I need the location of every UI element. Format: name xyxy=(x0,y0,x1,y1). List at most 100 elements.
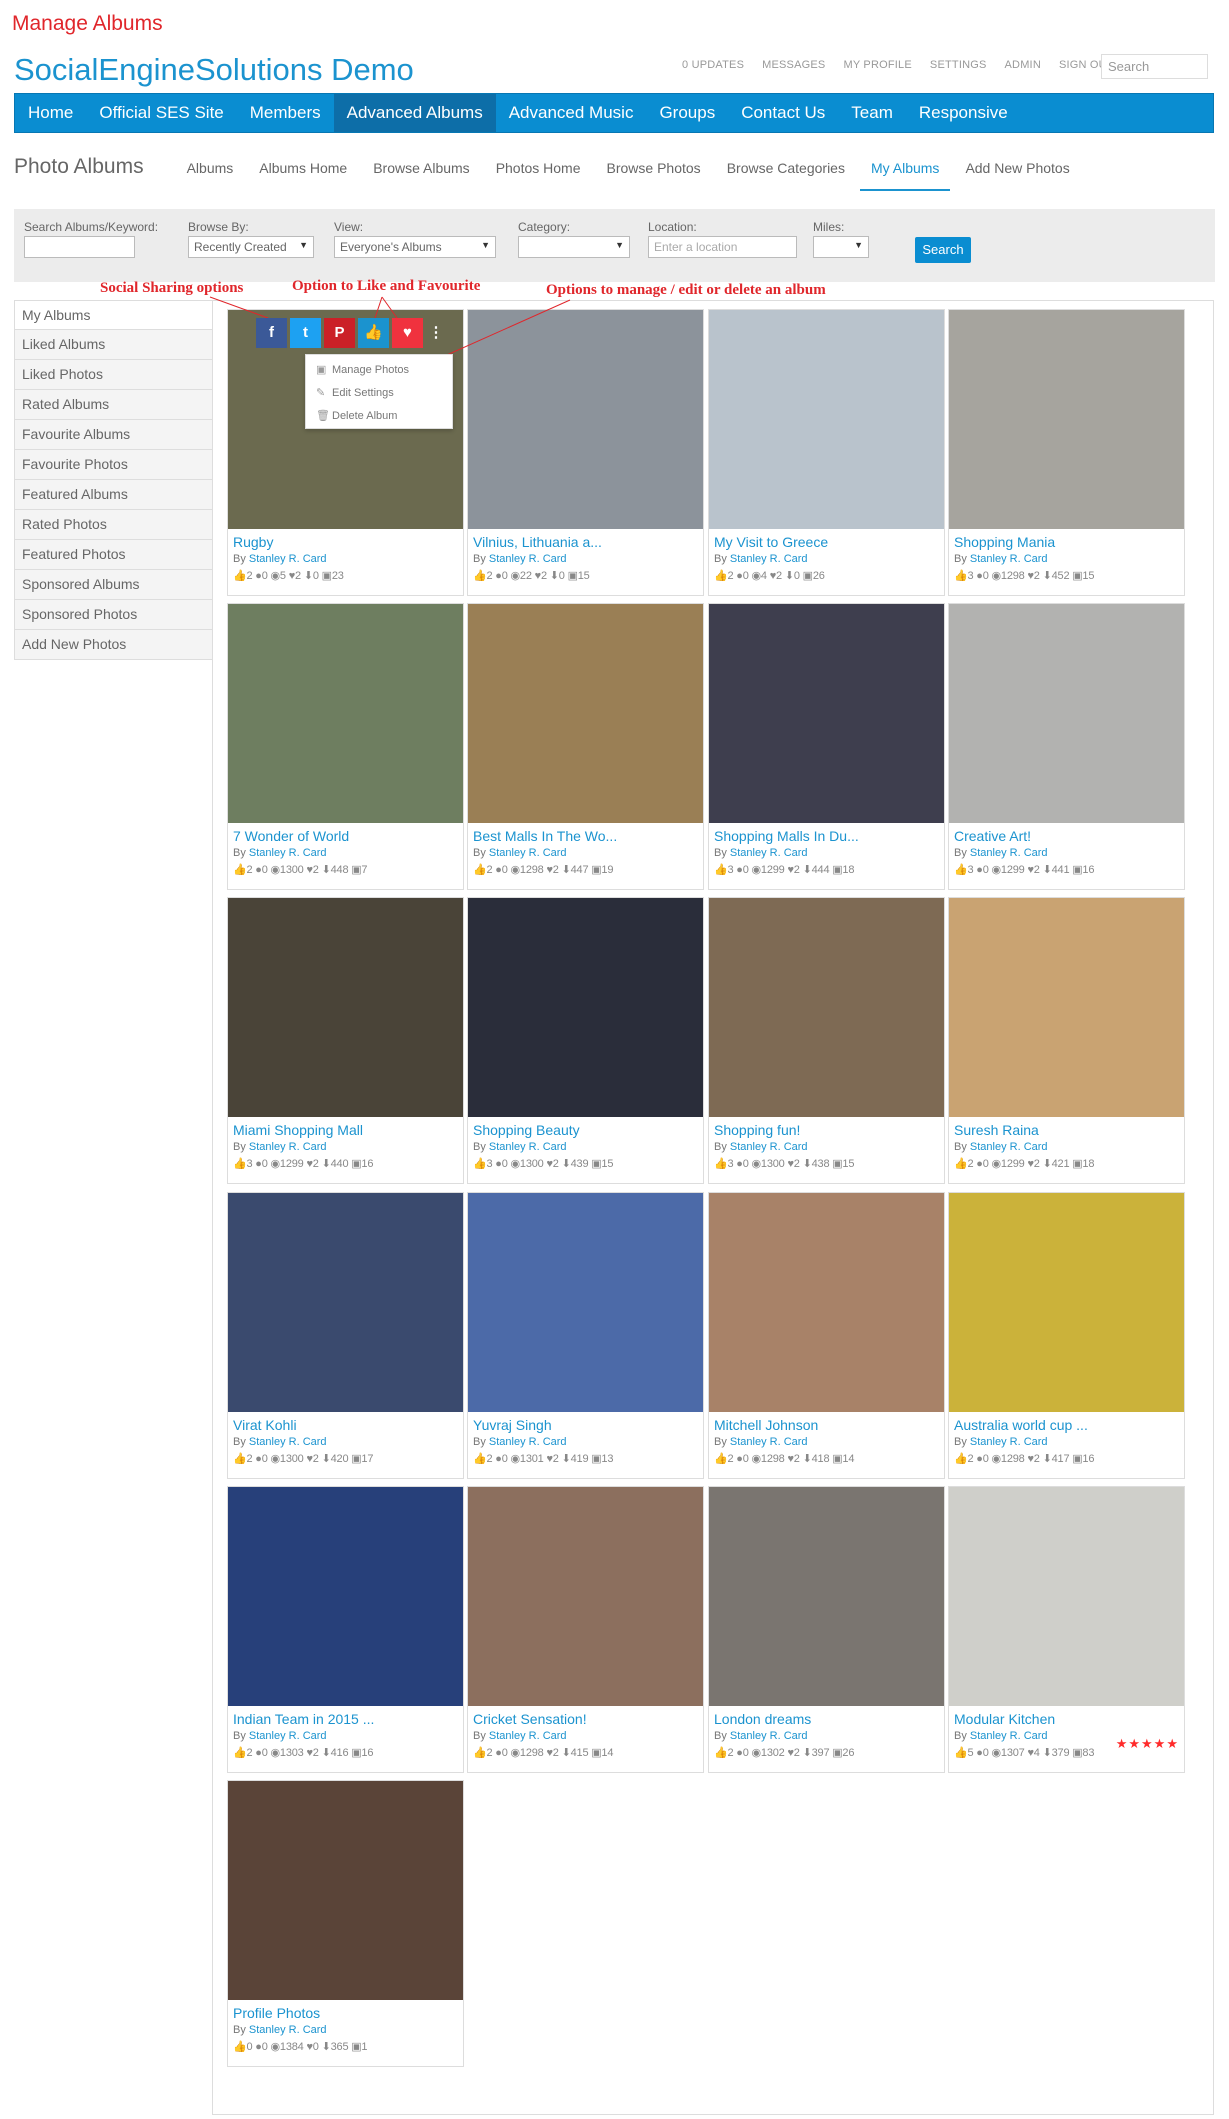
album-title[interactable]: Australia world cup ... xyxy=(949,1412,1184,1433)
album-card[interactable]: Shopping Malls In Du... By Stanley R. Car… xyxy=(708,603,945,890)
album-thumbnail[interactable] xyxy=(468,1193,703,1412)
album-title[interactable]: Suresh Raina xyxy=(949,1117,1184,1138)
edit-settings-item[interactable]: ✎ Edit Settings xyxy=(316,382,442,405)
album-card[interactable]: Rugby By Stanley R. Card 👍2 ●0 ◉5 ♥2 ⬇0 ▣2… xyxy=(227,309,464,596)
owner-link[interactable]: Stanley R. Card xyxy=(970,1730,1048,1742)
nav-item[interactable]: Official SES Site xyxy=(86,94,236,132)
sub-nav-item[interactable]: Albums xyxy=(176,155,245,189)
album-title[interactable]: Shopping fun! xyxy=(709,1117,944,1138)
sidebar-item[interactable]: Add New Photos xyxy=(14,630,213,660)
album-title[interactable]: Best Malls In The Wo... xyxy=(468,823,703,844)
album-title[interactable]: Indian Team in 2015 ... xyxy=(228,1706,463,1727)
mini-menu-item[interactable]: 0 UPDATES xyxy=(682,59,744,71)
owner-link[interactable]: Stanley R. Card xyxy=(249,2024,327,2036)
album-thumbnail[interactable] xyxy=(949,1193,1184,1412)
album-thumbnail[interactable] xyxy=(228,604,463,823)
album-thumbnail[interactable] xyxy=(468,898,703,1117)
owner-link[interactable]: Stanley R. Card xyxy=(970,553,1048,565)
album-thumbnail[interactable] xyxy=(228,1193,463,1412)
album-thumbnail[interactable] xyxy=(468,1487,703,1706)
owner-link[interactable]: Stanley R. Card xyxy=(249,1141,327,1153)
album-title[interactable]: London dreams xyxy=(709,1706,944,1727)
sidebar-item[interactable]: Liked Albums xyxy=(14,330,213,360)
nav-item[interactable]: Responsive xyxy=(906,94,1021,132)
album-card[interactable]: My Visit to Greece By Stanley R. Card 👍2 ●… xyxy=(708,309,945,596)
album-card[interactable]: Mitchell Johnson By Stanley R. Card 👍2 ●0 … xyxy=(708,1192,945,1479)
album-thumbnail[interactable] xyxy=(228,1487,463,1706)
album-card[interactable]: Yuvraj Singh By Stanley R. Card 👍2 ●0 ◉130… xyxy=(467,1192,704,1479)
album-card[interactable]: Creative Art! By Stanley R. Card 👍3 ●0 ◉12… xyxy=(948,603,1185,890)
sub-nav-item[interactable]: Photos Home xyxy=(485,155,592,189)
sidebar-item[interactable]: Featured Photos xyxy=(14,540,213,570)
view-select[interactable]: Everyone's Albums ▼ xyxy=(334,236,496,258)
owner-link[interactable]: Stanley R. Card xyxy=(970,1436,1048,1448)
album-card[interactable]: Australia world cup ... By Stanley R. Car… xyxy=(948,1192,1185,1479)
album-card[interactable]: Shopping fun! By Stanley R. Card 👍3 ●0 ◉13… xyxy=(708,897,945,1184)
nav-item[interactable]: Advanced Music xyxy=(496,94,647,132)
nav-item[interactable]: Advanced Albums xyxy=(333,94,496,132)
sidebar-item[interactable]: Favourite Albums xyxy=(14,420,213,450)
mini-menu-item[interactable]: ADMIN xyxy=(1005,59,1041,71)
owner-link[interactable]: Stanley R. Card xyxy=(730,1730,808,1742)
album-title[interactable]: 7 Wonder of World xyxy=(228,823,463,844)
album-card[interactable]: Virat Kohli By Stanley R. Card 👍2 ●0 ◉1300… xyxy=(227,1192,464,1479)
album-title[interactable]: Rugby xyxy=(228,529,463,550)
owner-link[interactable]: Stanley R. Card xyxy=(249,553,327,565)
album-thumbnail[interactable] xyxy=(709,898,944,1117)
twitter-icon[interactable]: t xyxy=(290,318,321,348)
album-thumbnail[interactable] xyxy=(709,604,944,823)
album-title[interactable]: Shopping Malls In Du... xyxy=(709,823,944,844)
album-thumbnail[interactable] xyxy=(709,1487,944,1706)
sidebar-item[interactable]: Favourite Photos xyxy=(14,450,213,480)
sidebar-item[interactable]: Rated Photos xyxy=(14,510,213,540)
album-title[interactable]: Miami Shopping Mall xyxy=(228,1117,463,1138)
owner-link[interactable]: Stanley R. Card xyxy=(489,553,567,565)
album-thumbnail[interactable] xyxy=(228,898,463,1117)
album-title[interactable]: Modular Kitchen xyxy=(949,1706,1184,1727)
owner-link[interactable]: Stanley R. Card xyxy=(489,1436,567,1448)
miles-select[interactable]: ▼ xyxy=(813,236,869,258)
album-title[interactable]: Vilnius, Lithuania a... xyxy=(468,529,703,550)
owner-link[interactable]: Stanley R. Card xyxy=(249,1436,327,1448)
mini-menu-item[interactable]: SETTINGS xyxy=(930,59,987,71)
album-card[interactable]: Vilnius, Lithuania a... By Stanley R. Car… xyxy=(467,309,704,596)
album-thumbnail[interactable] xyxy=(709,1193,944,1412)
album-title[interactable]: Creative Art! xyxy=(949,823,1184,844)
album-thumbnail[interactable] xyxy=(949,310,1184,529)
sidebar-item[interactable]: Liked Photos xyxy=(14,360,213,390)
sub-nav-item[interactable]: Albums Home xyxy=(248,155,358,189)
album-card[interactable]: Modular Kitchen By Stanley R. Card 👍5 ●0 ◉… xyxy=(948,1486,1185,1773)
sidebar-item[interactable]: Rated Albums xyxy=(14,390,213,420)
sidebar-item[interactable]: My Albums xyxy=(14,300,213,330)
mini-menu-item[interactable]: MESSAGES xyxy=(762,59,825,71)
mini-menu-item[interactable]: MY PROFILE xyxy=(843,59,911,71)
album-thumbnail[interactable] xyxy=(949,898,1184,1117)
owner-link[interactable]: Stanley R. Card xyxy=(970,847,1048,859)
album-thumbnail[interactable] xyxy=(949,1487,1184,1706)
owner-link[interactable]: Stanley R. Card xyxy=(249,847,327,859)
album-card[interactable]: Shopping Mania By Stanley R. Card 👍3 ●0 ◉1… xyxy=(948,309,1185,596)
sidebar-item[interactable]: Featured Albums xyxy=(14,480,213,510)
album-title[interactable]: Profile Photos xyxy=(228,2000,463,2021)
manage-photos-item[interactable]: ▣ Manage Photos xyxy=(316,359,442,382)
pinterest-icon[interactable]: P xyxy=(324,318,355,348)
album-card[interactable]: 7 Wonder of World By Stanley R. Card 👍2 ●0… xyxy=(227,603,464,890)
album-title[interactable]: Yuvraj Singh xyxy=(468,1412,703,1433)
album-card[interactable]: Indian Team in 2015 ... By Stanley R. Car… xyxy=(227,1486,464,1773)
album-title[interactable]: Shopping Mania xyxy=(949,529,1184,550)
like-icon[interactable]: 👍 xyxy=(358,318,389,348)
nav-item[interactable]: Groups xyxy=(646,94,728,132)
facebook-icon[interactable]: f xyxy=(256,318,287,348)
sidebar-item[interactable]: Sponsored Photos xyxy=(14,600,213,630)
site-title[interactable]: SocialEngineSolutions Demo xyxy=(14,52,414,88)
favourite-icon[interactable]: ♥ xyxy=(392,318,423,348)
album-title[interactable]: Mitchell Johnson xyxy=(709,1412,944,1433)
nav-item[interactable]: Team xyxy=(838,94,906,132)
album-card[interactable]: Cricket Sensation! By Stanley R. Card 👍2 ●… xyxy=(467,1486,704,1773)
owner-link[interactable]: Stanley R. Card xyxy=(730,1436,808,1448)
location-input[interactable]: Enter a location xyxy=(648,236,797,258)
album-thumbnail[interactable] xyxy=(228,1781,463,2000)
owner-link[interactable]: Stanley R. Card xyxy=(489,1730,567,1742)
owner-link[interactable]: Stanley R. Card xyxy=(249,1730,327,1742)
browse-select[interactable]: Recently Created ▼ xyxy=(188,236,314,258)
